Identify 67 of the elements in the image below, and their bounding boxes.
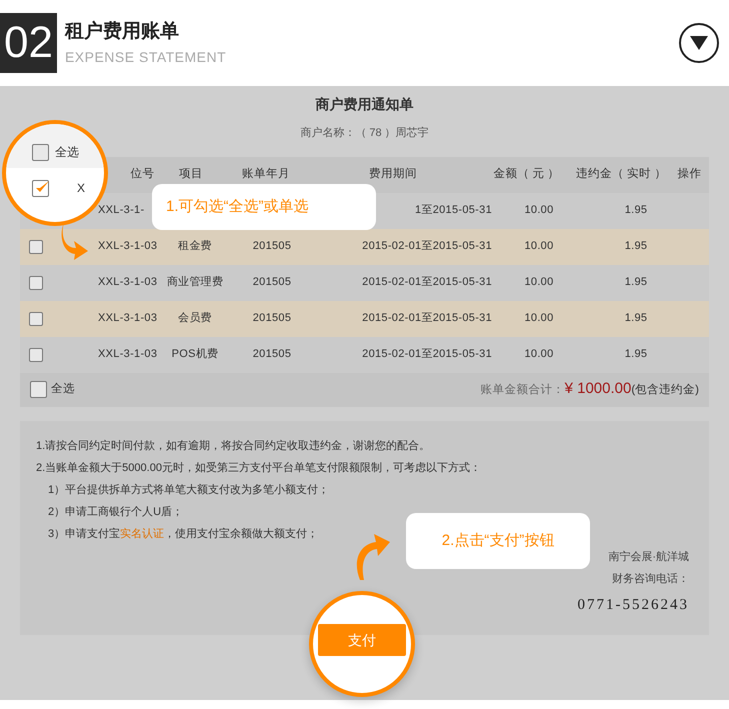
table-cell-text: 2015-02-01至2015-05-31 (362, 311, 492, 326)
phone-number: 0771-5526243 (578, 596, 689, 614)
checkbox[interactable] (29, 276, 43, 290)
note-text: 1.请按合同约定时间付款，如有逾期，将按合同约定收取违约金，谢谢您的配合。 (36, 438, 430, 454)
table-cell-text: 会员费 (178, 311, 212, 326)
table-cell-text: XXL-3-1-03 (98, 347, 158, 362)
merchant-name: 商户名称：（ 78 ）周芯宇 (299, 126, 430, 141)
select-all-label: 全选 (55, 144, 79, 161)
table-cell-text: 201505 (252, 239, 292, 254)
note-text: 2.当账单金额大于5000.00元时，如受第三方支付平台单笔支付限额限制，可考虑以下方式： (36, 460, 481, 476)
table-cell-text: XXL-3-1- (98, 203, 144, 218)
column-header: 费用期间 (368, 166, 417, 182)
table-cell-text: 1.95 (624, 347, 648, 362)
table-cell-text: 201505 (252, 347, 292, 362)
table-cell-text: 2015-02-01至2015-05-31 (362, 347, 492, 362)
tip-callout: 2.点击“支付”按钮 (406, 513, 590, 569)
table-cell-text: 租金费 (178, 239, 212, 254)
section-number: 02 (0, 13, 57, 73)
column-header: 操作 (678, 166, 702, 182)
table-cell-text: 1.95 (624, 275, 648, 290)
checkbox[interactable] (29, 240, 43, 254)
table-cell-text: 2015-02-01至2015-05-31 (362, 239, 492, 254)
checkbox[interactable] (30, 381, 47, 398)
total-amount: ¥ 1000.00 (564, 379, 632, 400)
notice-title: 商户费用通知单 (314, 95, 414, 114)
checkbox[interactable] (32, 144, 49, 160)
collapse-button[interactable] (679, 23, 719, 63)
table-cell-text: 10.00 (524, 203, 554, 218)
table-cell-text: POS机费 (172, 347, 218, 362)
note-text: 3）申请支付宝实名认证，使用支付宝余额做大额支付； (48, 526, 318, 542)
pay-button[interactable]: 支付 (318, 624, 406, 656)
page-title: 租户费用账单 (64, 20, 180, 44)
table-cell-text: 201505 (252, 275, 292, 290)
column-header: 账单年月 (242, 166, 290, 182)
total-note: (包含违约金) (631, 382, 699, 398)
table-cell-text: 1至2015-05-31 (415, 203, 492, 218)
total-label: 账单金额合计： (480, 384, 565, 398)
page-subtitle: EXPENSE STATEMENT (64, 48, 226, 67)
table-cell-text: 10.00 (524, 275, 554, 290)
note-text: 2）申请工商银行个人U盾； (48, 504, 184, 520)
tip-callout: 1.可勾选“全选”或单选 (152, 184, 376, 230)
down-triangle-icon (689, 35, 709, 51)
select-all-label: 全选 (51, 382, 75, 397)
column-header: 位号 (130, 166, 155, 182)
table-cell-text: 201505 (252, 311, 292, 326)
table-cell-text: 10.00 (524, 347, 554, 362)
checkbox[interactable] (29, 312, 43, 326)
checkbox[interactable] (32, 180, 49, 196)
column-header: 项目 (178, 166, 203, 182)
column-header: 金额（ 元 ） (493, 166, 560, 182)
table-cell-text: 10.00 (524, 311, 554, 326)
note-text: 1）平台提供拆单方式将单笔大额支付改为多笔小额支付； (48, 482, 330, 498)
table-cell-text: 商业管理费 (166, 274, 224, 290)
table-cell-text: XXL-3-1-03 (98, 239, 158, 254)
checkbox[interactable] (29, 348, 43, 362)
table-cell-text: 10.00 (524, 239, 554, 254)
company-name: 南宁会展·航洋城 (608, 550, 689, 564)
column-header: 违约金（ 实时 ） (576, 166, 666, 182)
phone-label: 财务咨询电话： (612, 572, 689, 587)
table-cell-text: 1.95 (624, 203, 648, 218)
table-cell-text: 2015-02-01至2015-05-31 (362, 275, 492, 290)
table-cell-text: X (77, 180, 86, 197)
verification-link[interactable]: 实名认证 (120, 528, 164, 540)
table-cell-text: XXL-3-1-03 (98, 311, 158, 326)
table-cell-text: 1.95 (624, 311, 648, 326)
table-cell-text: 1.95 (624, 239, 648, 254)
table-cell-text: XXL-3-1-03 (98, 275, 158, 290)
